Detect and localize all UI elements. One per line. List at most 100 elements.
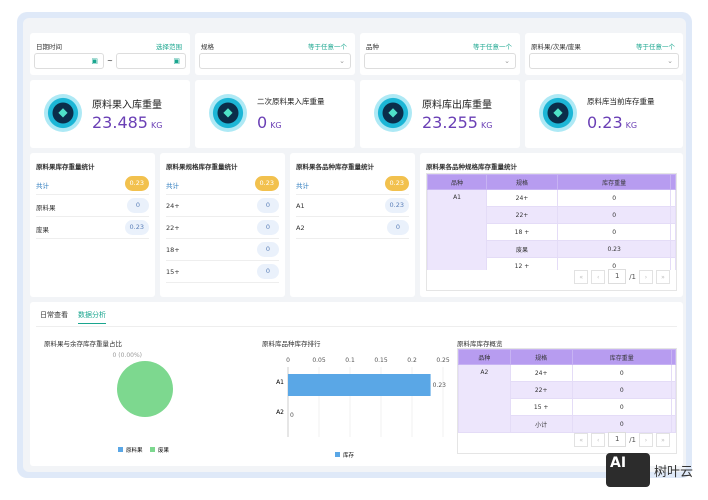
stats-row: 共计 0.23: [36, 173, 149, 195]
kpi-title: 原料库出库重量: [422, 100, 492, 111]
spec-select[interactable]: ⌄: [199, 53, 351, 69]
filter-label: 品种: [366, 43, 379, 51]
variety-spec-table-card: 原料果各品种规格库存重量统计 品种 规格 库存重量 A1 24+ 0 22+ 0 18 +0 废果…: [420, 153, 683, 297]
filter-label: 日期时间: [36, 43, 62, 51]
data-table: 品种 规格 库存重量 A2 24+ 0 22+ 0 15 +0 小计 0: [458, 349, 676, 433]
data-table: 品种 规格 库存重量 A1 24+ 0 22+ 0 18 +0 废果 0.23 12 +0: [427, 174, 676, 270]
value-badge: 0.23: [384, 198, 409, 213]
x-tick-label: 0.15: [374, 357, 388, 364]
prev-page-button[interactable]: ‹: [591, 269, 606, 284]
value-badge: 0.23: [254, 176, 279, 191]
x-tick-label: 0.25: [436, 357, 450, 364]
stats-row: 共计 0.23: [166, 173, 279, 195]
filter-label: 规格: [201, 43, 214, 51]
card-title: 原料果库存重量统计: [36, 163, 95, 171]
next-page-button[interactable]: ›: [639, 269, 653, 284]
bar-chart: 0 0.05 0.1 0.15 0.2 0.25 A1 0.23 A2 0 库存: [276, 357, 450, 459]
filter-spec: 规格 等于任意一个 ⌄: [195, 33, 355, 75]
y-tick-label: A2: [276, 409, 284, 416]
value-badge: 0: [257, 220, 279, 235]
card-title: 原料果规格库存重量统计: [166, 163, 238, 171]
legend-label: 废果: [158, 446, 170, 454]
tab-analysis[interactable]: 数据分析: [78, 310, 106, 324]
variety-select[interactable]: ⌄: [364, 53, 516, 69]
watermark: AI 树叶云: [606, 453, 693, 487]
diamond-icon: ◆: [539, 94, 577, 132]
column-header: [670, 174, 676, 190]
stats-card: 原料果库存重量统计共计 0.23 原料果 0 废果 0.23: [30, 153, 155, 297]
page-input[interactable]: 1: [608, 269, 627, 284]
filter-operator[interactable]: 等于任意一个: [473, 41, 512, 51]
stats-row: 24+ 0: [166, 195, 279, 217]
stats-card: 原料果各品种库存重量统计 共计 0.23 A1 0.23 A2 0: [290, 153, 415, 297]
legend-swatch: [118, 447, 123, 452]
kpi-card: ◆ 原料库当前库存重量 0.23 KG: [525, 80, 683, 148]
stats-card: 原料果规格库存重量统计 共计 0.23 24+ 0 22+ 0 18+ 0 15+ 0: [160, 153, 285, 297]
stats-row: 18+ 0: [166, 239, 279, 261]
filter-operator[interactable]: 等于任意一个: [308, 41, 347, 51]
x-tick-label: 0: [286, 357, 290, 364]
kpi-title: 原料库当前库存重量: [587, 97, 655, 106]
value-badge: 0: [257, 264, 279, 279]
stats-row: 共计 0.23: [296, 173, 409, 195]
fruit-type-select[interactable]: ⌄: [529, 53, 679, 69]
kpi-card: ◆ 原料库出库重量 23.255 KG: [360, 80, 520, 148]
kpi-title: 原料果入库重量: [92, 100, 162, 111]
bar-chart-title: 原料库品种库存排行: [262, 340, 321, 348]
bar: [288, 374, 431, 396]
page-input[interactable]: 1: [608, 432, 627, 447]
prev-page-button[interactable]: ‹: [591, 432, 606, 447]
stats-row: A2 0: [296, 217, 409, 239]
tab-daily[interactable]: 日常查看: [40, 310, 68, 320]
pagination: «‹ 1/1 ›»: [574, 269, 670, 284]
next-page-button[interactable]: ›: [639, 432, 653, 447]
overview-table-title: 原料库库存概览: [457, 340, 503, 348]
column-header: 品种: [427, 174, 488, 190]
value-badge: 0: [387, 220, 409, 235]
date-start-input[interactable]: ▣: [34, 53, 104, 69]
filter-variety: 品种 等于任意一个 ⌄: [360, 33, 520, 75]
kpi-card: ◆ 二次原料果入库重量 0 KG: [195, 80, 355, 148]
legend-swatch: [335, 452, 340, 457]
pagination: «‹ 1/1 ›»: [574, 432, 670, 447]
calendar-icon: ▣: [173, 57, 180, 65]
kpi-value: 0.23 KG: [587, 113, 638, 132]
kpi-value: 23.255 KG: [422, 113, 493, 132]
filter-operator[interactable]: 等于任意一个: [636, 41, 675, 51]
column-header: 规格: [509, 349, 573, 365]
dashboard-frame: 日期时间 选择范围 ▣ ~ ▣ 规格 等于任意一个 ⌄ 品种 等于任意一个 ⌄ …: [17, 12, 692, 478]
last-page-button[interactable]: »: [656, 432, 670, 447]
filter-operator[interactable]: 选择范围: [156, 41, 182, 51]
stats-row: 22+ 0: [166, 217, 279, 239]
stats-row: 原料果 0: [36, 195, 149, 217]
diamond-icon: ◆: [374, 94, 412, 132]
kpi-card: ◆ 原料果入库重量 23.485 KG: [30, 80, 190, 148]
card-title: 原料果各品种库存重量统计: [296, 163, 374, 171]
legend-swatch: [150, 447, 155, 452]
column-header: 品种: [458, 349, 511, 365]
data-label: 0: [290, 412, 294, 419]
column-header: 库存重量: [571, 349, 673, 365]
last-page-button[interactable]: »: [656, 269, 670, 284]
chevron-down-icon: ⌄: [667, 57, 673, 65]
x-tick-label: 0.2: [407, 357, 417, 364]
first-page-button[interactable]: «: [574, 269, 589, 284]
chevron-down-icon: ⌄: [504, 57, 510, 65]
chevron-down-icon: ⌄: [339, 57, 345, 65]
x-tick-label: 0.05: [312, 357, 326, 364]
column-header: 库存重量: [556, 174, 672, 190]
calendar-icon: ▣: [91, 57, 98, 65]
y-tick-label: A1: [276, 379, 284, 386]
kpi-title: 二次原料果入库重量: [257, 97, 325, 106]
column-header: [671, 349, 676, 365]
stats-row: 废果 0.23: [36, 217, 149, 239]
first-page-button[interactable]: «: [574, 432, 589, 447]
pie-chart: 0 (0.00%) 原料果 废果: [113, 352, 173, 454]
legend-label: 库存: [343, 451, 355, 459]
value-badge: 0.23: [384, 176, 409, 191]
date-separator: ~: [107, 57, 113, 65]
date-end-input[interactable]: ▣: [116, 53, 186, 69]
analysis-panel: 日常查看 数据分析 原料果与余存库存重量占比 0 (0.00%) 原料果 废果 原料…: [30, 302, 683, 466]
value-badge: 0.23: [124, 220, 149, 235]
filter-label: 原料果/次果/废果: [531, 43, 581, 51]
